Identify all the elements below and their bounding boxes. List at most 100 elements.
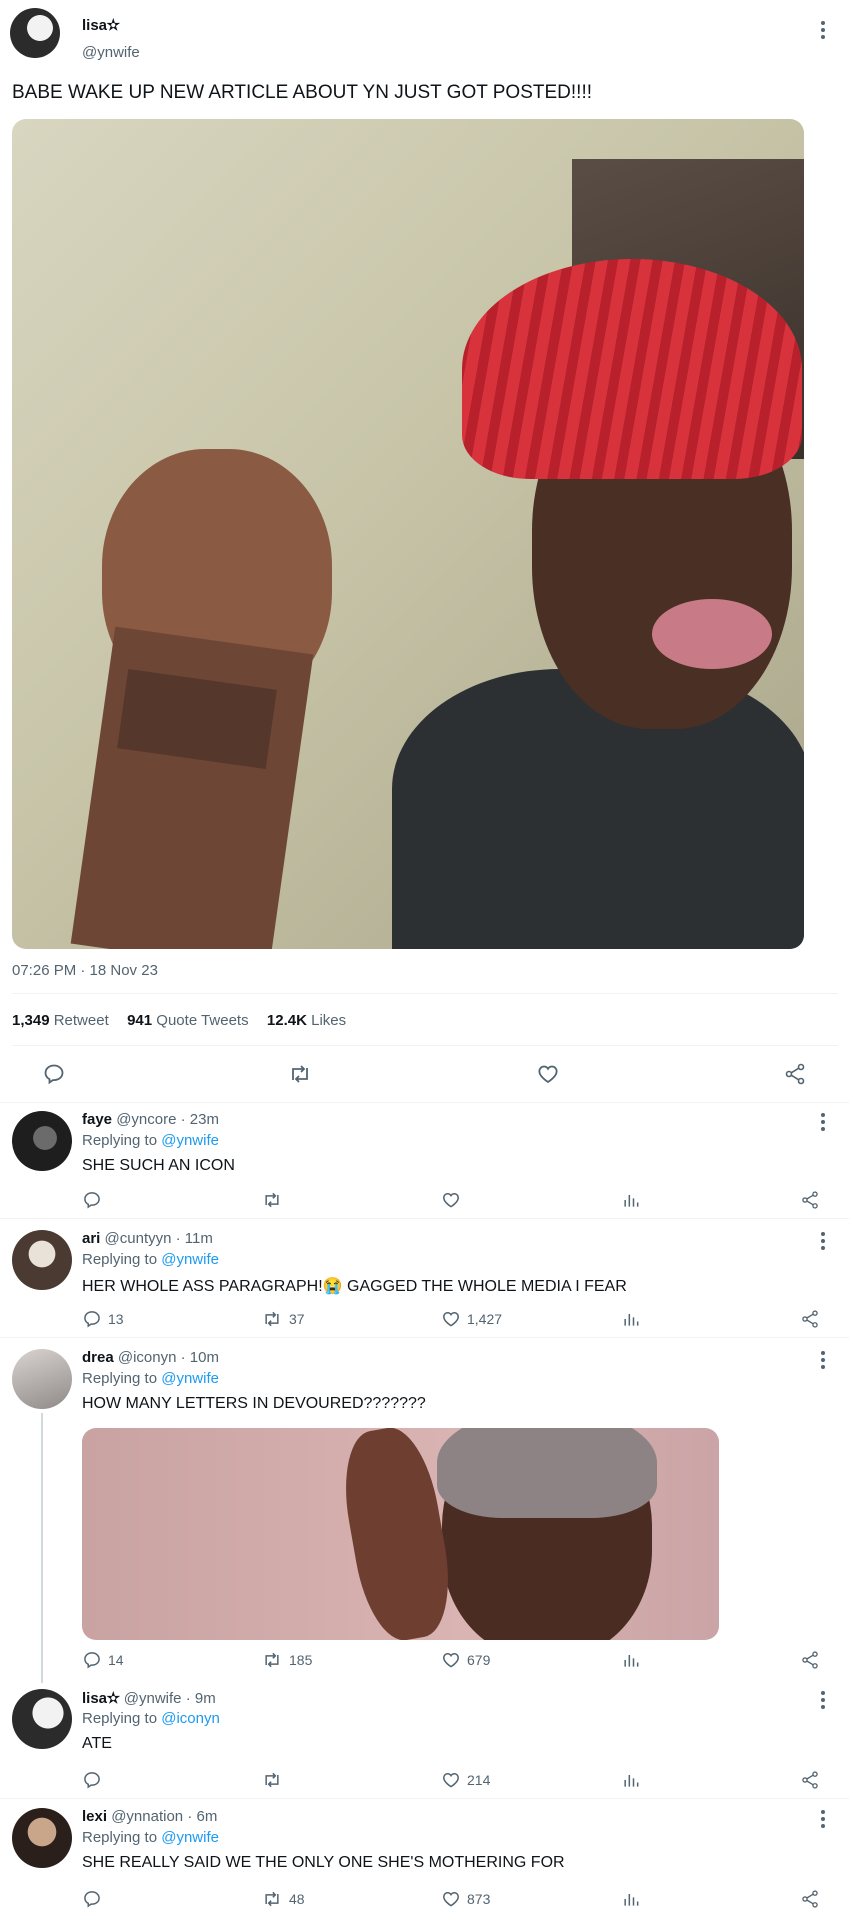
tweet-media-image[interactable]: [12, 119, 804, 949]
share-button[interactable]: [800, 1770, 820, 1790]
like-button[interactable]: 1,427: [441, 1309, 502, 1329]
more-options-icon[interactable]: [820, 1351, 826, 1372]
share-icon: [785, 1063, 805, 1085]
like-button[interactable]: [536, 1062, 560, 1086]
share-button[interactable]: [783, 1062, 807, 1086]
reply-avatar[interactable]: [12, 1349, 72, 1409]
likes-count[interactable]: 12.4K: [267, 1012, 307, 1029]
author-name[interactable]: lisa✫: [82, 16, 120, 34]
divider: [12, 1045, 838, 1046]
reply-author-handle[interactable]: @ynnation: [111, 1808, 183, 1825]
like-button[interactable]: 214: [441, 1770, 490, 1790]
share-button[interactable]: [800, 1190, 820, 1210]
retweets-count[interactable]: 1,349: [12, 1012, 50, 1029]
more-options-icon[interactable]: [820, 1810, 826, 1831]
replying-to: Replying to @ynwife: [82, 1829, 219, 1846]
like-button[interactable]: 873: [441, 1889, 490, 1909]
reply-avatar[interactable]: [12, 1111, 72, 1171]
reply-button[interactable]: [82, 1889, 108, 1909]
retweet-button[interactable]: [287, 1062, 313, 1086]
retweet-icon: [292, 1065, 308, 1083]
like-button[interactable]: 679: [441, 1650, 490, 1670]
replying-to-handle[interactable]: @ynwife: [161, 1829, 219, 1846]
reply-avatar[interactable]: [12, 1808, 72, 1868]
replying-to: Replying to @ynwife: [82, 1370, 219, 1387]
reply-button[interactable]: [82, 1770, 108, 1790]
like-button[interactable]: [441, 1190, 467, 1210]
reply-time[interactable]: 9m: [195, 1690, 216, 1707]
analytics-button[interactable]: [621, 1650, 641, 1670]
analytics-button[interactable]: [621, 1770, 641, 1790]
reply-text: SHE SUCH AN ICON: [82, 1157, 235, 1174]
reply-author-handle[interactable]: @ynwife: [124, 1690, 182, 1707]
comment-icon: [84, 1311, 100, 1328]
reply-time[interactable]: 23m: [190, 1111, 219, 1128]
author-handle[interactable]: @ynwife: [82, 44, 140, 61]
reply-author-name[interactable]: faye: [82, 1111, 112, 1128]
reply-author-handle[interactable]: @iconyn: [118, 1349, 177, 1366]
reply-count: 14: [108, 1652, 124, 1668]
reply-time[interactable]: 10m: [190, 1349, 219, 1366]
retweet-button[interactable]: 185: [261, 1650, 312, 1670]
retweet-button[interactable]: [261, 1770, 289, 1790]
reply-button[interactable]: [82, 1190, 108, 1210]
share-button[interactable]: [800, 1309, 820, 1329]
retweet-button[interactable]: [261, 1190, 289, 1210]
retweets-label[interactable]: Retweet: [54, 1012, 109, 1029]
analytics-icon: [624, 1195, 639, 1207]
reply-separator: ·: [187, 1808, 193, 1825]
more-options-icon[interactable]: [820, 1232, 826, 1253]
reply-header: ari @cuntyyn · 11m: [82, 1230, 213, 1247]
reply-time[interactable]: 11m: [185, 1230, 213, 1247]
reply-header: drea @iconyn · 10m: [82, 1349, 219, 1366]
more-options-icon[interactable]: [820, 1113, 826, 1134]
analytics-button[interactable]: [621, 1889, 641, 1909]
share-button[interactable]: [800, 1650, 820, 1670]
like-count: 214: [467, 1772, 491, 1788]
quotes-count[interactable]: 941: [127, 1012, 152, 1029]
author-avatar[interactable]: [10, 8, 60, 58]
replying-to: Replying to @iconyn: [82, 1710, 220, 1727]
reply-text: SHE REALLY SAID WE THE ONLY ONE SHE'S MO…: [82, 1854, 565, 1871]
reply-button[interactable]: 14: [82, 1650, 124, 1670]
comment-icon: [84, 1652, 100, 1669]
reply-header: faye @yncore · 23m: [82, 1111, 219, 1128]
reply-author-name[interactable]: ari: [82, 1230, 100, 1247]
reply-text: HOW MANY LETTERS IN DEVOURED???????: [82, 1395, 426, 1412]
reply-media-image[interactable]: [82, 1428, 719, 1640]
reply-avatar[interactable]: [12, 1689, 72, 1749]
replying-to: Replying to @ynwife: [82, 1132, 219, 1149]
reply-author-name[interactable]: drea: [82, 1349, 114, 1366]
replying-to-handle[interactable]: @iconyn: [161, 1710, 220, 1727]
replying-to-handle[interactable]: @ynwife: [161, 1370, 219, 1387]
tweet-timestamp[interactable]: 07:26 PM · 18 Nov 23: [12, 962, 158, 979]
comment-icon: [84, 1192, 100, 1209]
share-icon: [802, 1771, 818, 1789]
reply-separator: ·: [180, 1349, 186, 1366]
reply-author-handle[interactable]: @yncore: [116, 1111, 176, 1128]
analytics-button[interactable]: [621, 1309, 641, 1329]
retweet-button[interactable]: 37: [261, 1309, 305, 1329]
more-options-icon[interactable]: [820, 1691, 826, 1712]
comment-icon: [84, 1891, 100, 1908]
retweet-button[interactable]: 48: [261, 1889, 305, 1909]
quotes-label[interactable]: Quote Tweets: [156, 1012, 248, 1029]
reply-button[interactable]: [42, 1062, 66, 1086]
reply-avatar[interactable]: [12, 1230, 72, 1290]
likes-label[interactable]: Likes: [311, 1012, 346, 1029]
heart-icon: [443, 1652, 459, 1668]
replying-label: Replying to: [82, 1370, 158, 1387]
analytics-button[interactable]: [621, 1190, 641, 1210]
replying-to-handle[interactable]: @ynwife: [161, 1132, 219, 1149]
reply-author-handle[interactable]: @cuntyyn: [105, 1230, 172, 1247]
reply-author-name[interactable]: lisa✫: [82, 1690, 120, 1707]
reply-author-name[interactable]: lexi: [82, 1808, 107, 1825]
more-options-icon[interactable]: [820, 21, 826, 42]
thread-line: [41, 1413, 43, 1683]
analytics-icon: [624, 1894, 639, 1906]
share-button[interactable]: [800, 1889, 820, 1909]
heart-icon: [538, 1065, 558, 1084]
reply-time[interactable]: 6m: [197, 1808, 218, 1825]
replying-to-handle[interactable]: @ynwife: [161, 1251, 219, 1268]
reply-button[interactable]: 13: [82, 1309, 124, 1329]
